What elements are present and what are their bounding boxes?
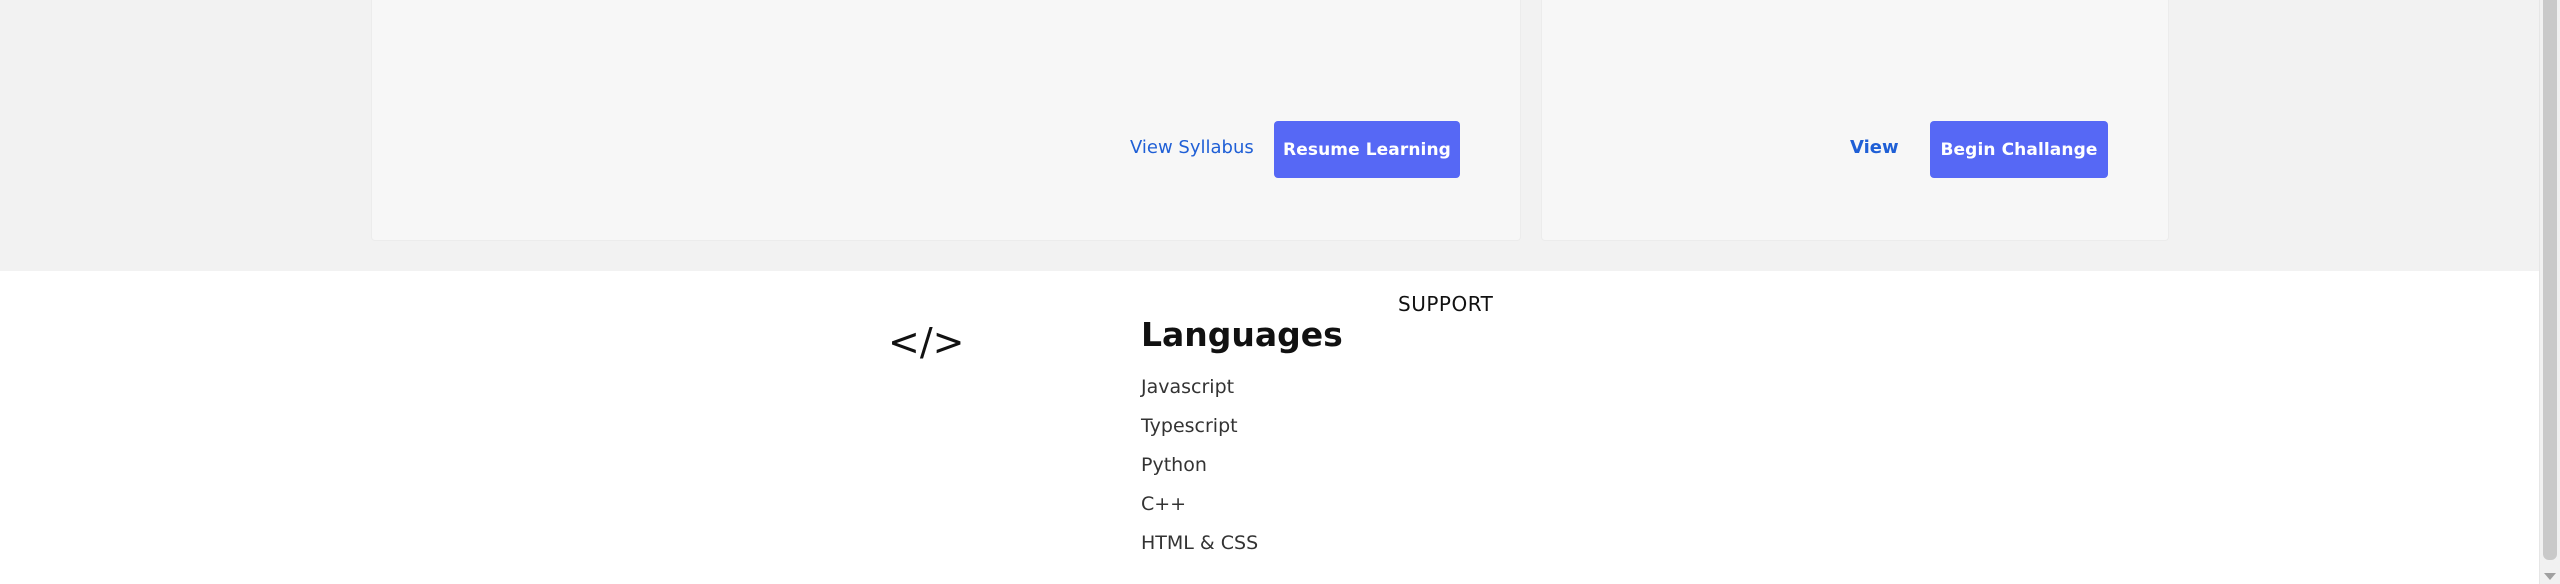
course-card: View Syllabus Resume Learning — [371, 0, 1521, 241]
challenge-card: View Begin Challange — [1541, 0, 2169, 241]
languages-list: Javascript Typescript Python C++ HTML & … — [1141, 375, 1258, 570]
language-link-cpp[interactable]: C++ — [1141, 492, 1258, 531]
code-logo-icon[interactable]: </> — [888, 320, 964, 364]
support-heading: SUPPORT — [1398, 292, 1494, 316]
language-link-javascript[interactable]: Javascript — [1141, 375, 1258, 414]
languages-heading: Languages — [1141, 315, 1343, 354]
view-challenge-link[interactable]: View — [1850, 137, 1899, 158]
vertical-scrollbar[interactable] — [2539, 0, 2560, 584]
begin-challenge-button[interactable]: Begin Challange — [1930, 121, 2108, 178]
scroll-down-arrow-icon[interactable] — [2544, 573, 2556, 580]
language-link-html-css[interactable]: HTML & CSS — [1141, 531, 1258, 570]
language-link-typescript[interactable]: Typescript — [1141, 414, 1258, 453]
cards-section: View Syllabus Resume Learning View Begin… — [0, 0, 2539, 271]
resume-learning-button[interactable]: Resume Learning — [1274, 121, 1460, 178]
scrollbar-thumb[interactable] — [2543, 0, 2557, 560]
language-link-python[interactable]: Python — [1141, 453, 1258, 492]
view-syllabus-link[interactable]: View Syllabus — [1130, 137, 1254, 158]
